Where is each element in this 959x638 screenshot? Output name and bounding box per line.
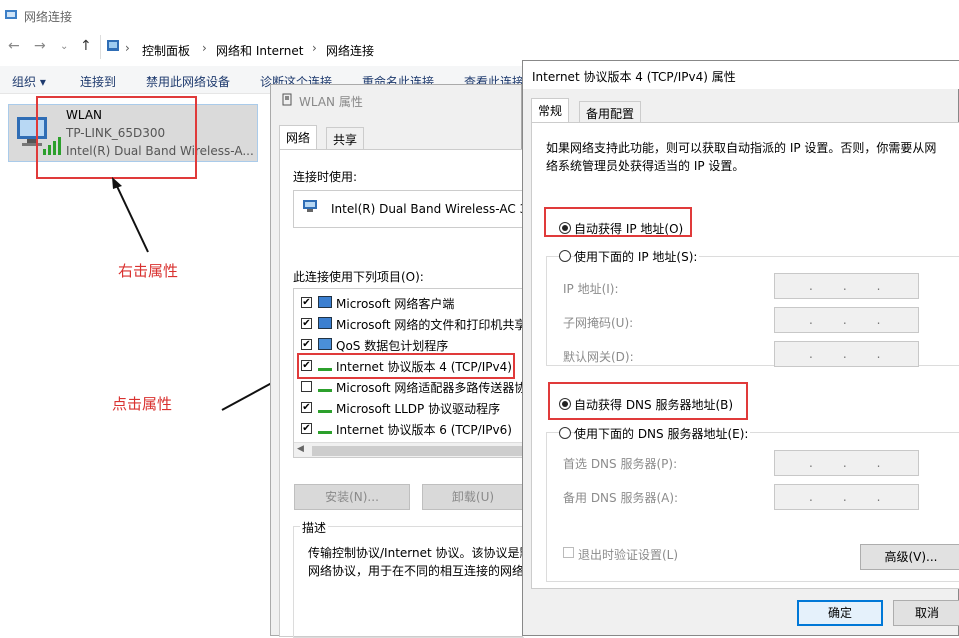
adapter-small-icon bbox=[282, 93, 292, 106]
breadcrumb-sep: › bbox=[202, 41, 207, 55]
network-client-icon bbox=[318, 317, 332, 329]
address-bar: ← → ⌄ ↑ › 控制面板 › 网络和 Internet › 网络连接 bbox=[0, 32, 959, 62]
network-tab-panel: 连接时使用: Intel(R) Dual Band Wireless-AC 3 … bbox=[279, 149, 580, 638]
tab-network[interactable]: 网络 bbox=[279, 125, 318, 149]
item-checkbox[interactable]: ✔ bbox=[301, 339, 312, 350]
adapter-field: Intel(R) Dual Band Wireless-AC 3 bbox=[293, 190, 528, 228]
tab-sharing[interactable]: 共享 bbox=[326, 127, 365, 149]
title-bar: 网络连接 bbox=[0, 0, 959, 32]
item-label: Microsoft LLDP 协议驱动程序 bbox=[336, 402, 501, 416]
description-label: 描述 bbox=[300, 519, 329, 536]
control-panel-icon bbox=[107, 40, 119, 51]
protocol-icon bbox=[318, 401, 332, 413]
protocol-icon bbox=[318, 422, 332, 434]
gateway-field[interactable]: ... bbox=[774, 341, 919, 367]
crumb-control-panel[interactable]: 控制面板 bbox=[142, 42, 190, 59]
disable-device-button[interactable]: 禁用此网络设备 bbox=[146, 73, 230, 90]
recent-chevron-icon[interactable]: ⌄ bbox=[60, 41, 68, 52]
ipv4-properties-dialog: Internet 协议版本 4 (TCP/IPv4) 属性 常规 备用配置 如果… bbox=[522, 60, 959, 636]
description-group: 描述 传输控制协议/Internet 协议。该协议是默认的广域网络协议，用于在不… bbox=[293, 519, 580, 638]
item-checkbox[interactable]: ✔ bbox=[301, 318, 312, 329]
tab-general[interactable]: 常规 bbox=[531, 98, 570, 122]
highlight-box-ipv4 bbox=[297, 353, 515, 379]
network-client-icon bbox=[318, 338, 332, 350]
gateway-label: 默认网关(D): bbox=[563, 350, 634, 364]
validate-checkbox[interactable] bbox=[563, 547, 574, 558]
breadcrumb-sep: › bbox=[125, 41, 130, 55]
highlight-box-auto-dns bbox=[548, 382, 748, 420]
annotation-right-click: 右击属性 bbox=[118, 262, 179, 280]
scroll-thumb[interactable] bbox=[312, 446, 524, 456]
manual-ip-label[interactable]: 使用下面的 IP 地址(S): bbox=[574, 248, 700, 265]
general-tab-panel: 如果网络支持此功能，则可以获取自动指派的 IP 设置。否则，你需要从网络系统管理… bbox=[531, 122, 959, 589]
list-item[interactable]: ✔ Microsoft 网络的文件和打印机共享 bbox=[294, 313, 524, 333]
highlight-box-auto-ip bbox=[544, 207, 692, 237]
subnet-mask-field[interactable]: ... bbox=[774, 307, 919, 333]
adapter-name: Intel(R) Dual Band Wireless-AC 3 bbox=[331, 202, 528, 216]
item-label: QoS 数据包计划程序 bbox=[336, 339, 449, 353]
breadcrumb-sep: › bbox=[312, 41, 317, 55]
ip-address-label: IP 地址(I): bbox=[563, 282, 619, 296]
manual-dns-radio[interactable] bbox=[559, 427, 571, 439]
network-card-icon bbox=[303, 200, 317, 212]
dialog-title: WLAN 属性 bbox=[299, 95, 363, 109]
item-checkbox[interactable]: ✔ bbox=[301, 423, 312, 434]
list-item[interactable]: ✔ Microsoft 网络客户端 bbox=[294, 292, 524, 312]
alternate-dns-field[interactable]: ... bbox=[774, 484, 919, 510]
highlight-box-adapter bbox=[36, 96, 197, 179]
network-client-icon bbox=[318, 296, 332, 308]
list-item[interactable]: ✔ QoS 数据包计划程序 bbox=[294, 334, 524, 354]
scroll-left-icon[interactable]: ◀ bbox=[297, 444, 304, 454]
network-folder-icon bbox=[5, 10, 17, 19]
items-label: 此连接使用下列项目(O): bbox=[293, 270, 424, 284]
item-label: Internet 协议版本 6 (TCP/IPv6) bbox=[336, 423, 512, 437]
item-label: Microsoft 网络的文件和打印机共享 bbox=[336, 318, 524, 332]
annotation-click-props: 点击属性 bbox=[112, 395, 173, 413]
alternate-dns-label: 备用 DNS 服务器(A): bbox=[563, 491, 679, 505]
validate-label[interactable]: 退出时验证设置(L) bbox=[578, 546, 678, 563]
list-item[interactable]: ✔ Microsoft LLDP 协议驱动程序 bbox=[294, 397, 524, 417]
forward-arrow-icon[interactable]: → bbox=[34, 38, 46, 54]
back-arrow-icon[interactable]: ← bbox=[8, 38, 20, 54]
breadcrumb[interactable]: › 控制面板 › 网络和 Internet › 网络连接 bbox=[100, 35, 959, 59]
subnet-mask-label: 子网掩码(U): bbox=[563, 316, 634, 330]
connect-using-label: 连接时使用: bbox=[293, 170, 358, 184]
manual-ip-radio[interactable] bbox=[559, 250, 571, 262]
preferred-dns-field[interactable]: ... bbox=[774, 450, 919, 476]
uninstall-button[interactable]: 卸载(U) bbox=[422, 484, 524, 510]
dialog-title: Internet 协议版本 4 (TCP/IPv4) 属性 bbox=[532, 70, 736, 84]
cancel-button[interactable]: 取消 bbox=[893, 600, 959, 626]
advanced-button[interactable]: 高级(V)... bbox=[860, 544, 959, 570]
item-label: Microsoft 网络客户端 bbox=[336, 297, 455, 311]
list-item[interactable]: ✔ Internet 协议版本 6 (TCP/IPv6) bbox=[294, 418, 524, 438]
intro-text: 如果网络支持此功能，则可以获取自动指派的 IP 设置。否则，你需要从网络系统管理… bbox=[546, 141, 937, 173]
window-title: 网络连接 bbox=[24, 10, 73, 24]
protocol-icon bbox=[318, 380, 332, 392]
manual-dns-label[interactable]: 使用下面的 DNS 服务器地址(E): bbox=[574, 425, 751, 442]
preferred-dns-label: 首选 DNS 服务器(P): bbox=[563, 457, 678, 471]
item-checkbox[interactable]: ✔ bbox=[301, 297, 312, 308]
list-item[interactable]: Microsoft 网络适配器多路传送器协 bbox=[294, 376, 524, 396]
organize-menu[interactable]: 组织 ▾ bbox=[12, 73, 46, 90]
tab-alternate[interactable]: 备用配置 bbox=[579, 101, 642, 123]
connect-to-button[interactable]: 连接到 bbox=[80, 73, 116, 90]
crumb-network-internet[interactable]: 网络和 Internet bbox=[216, 42, 303, 59]
up-arrow-icon[interactable]: ↑ bbox=[80, 38, 92, 54]
item-checkbox[interactable]: ✔ bbox=[301, 402, 312, 413]
ok-button[interactable]: 确定 bbox=[797, 600, 883, 626]
item-label: Microsoft 网络适配器多路传送器协 bbox=[336, 381, 524, 395]
horizontal-scrollbar[interactable]: ◀ bbox=[294, 442, 524, 457]
install-button[interactable]: 安装(N)... bbox=[294, 484, 410, 510]
crumb-network-connections[interactable]: 网络连接 bbox=[326, 42, 374, 59]
ip-address-field[interactable]: ... bbox=[774, 273, 919, 299]
item-checkbox[interactable] bbox=[301, 381, 312, 392]
